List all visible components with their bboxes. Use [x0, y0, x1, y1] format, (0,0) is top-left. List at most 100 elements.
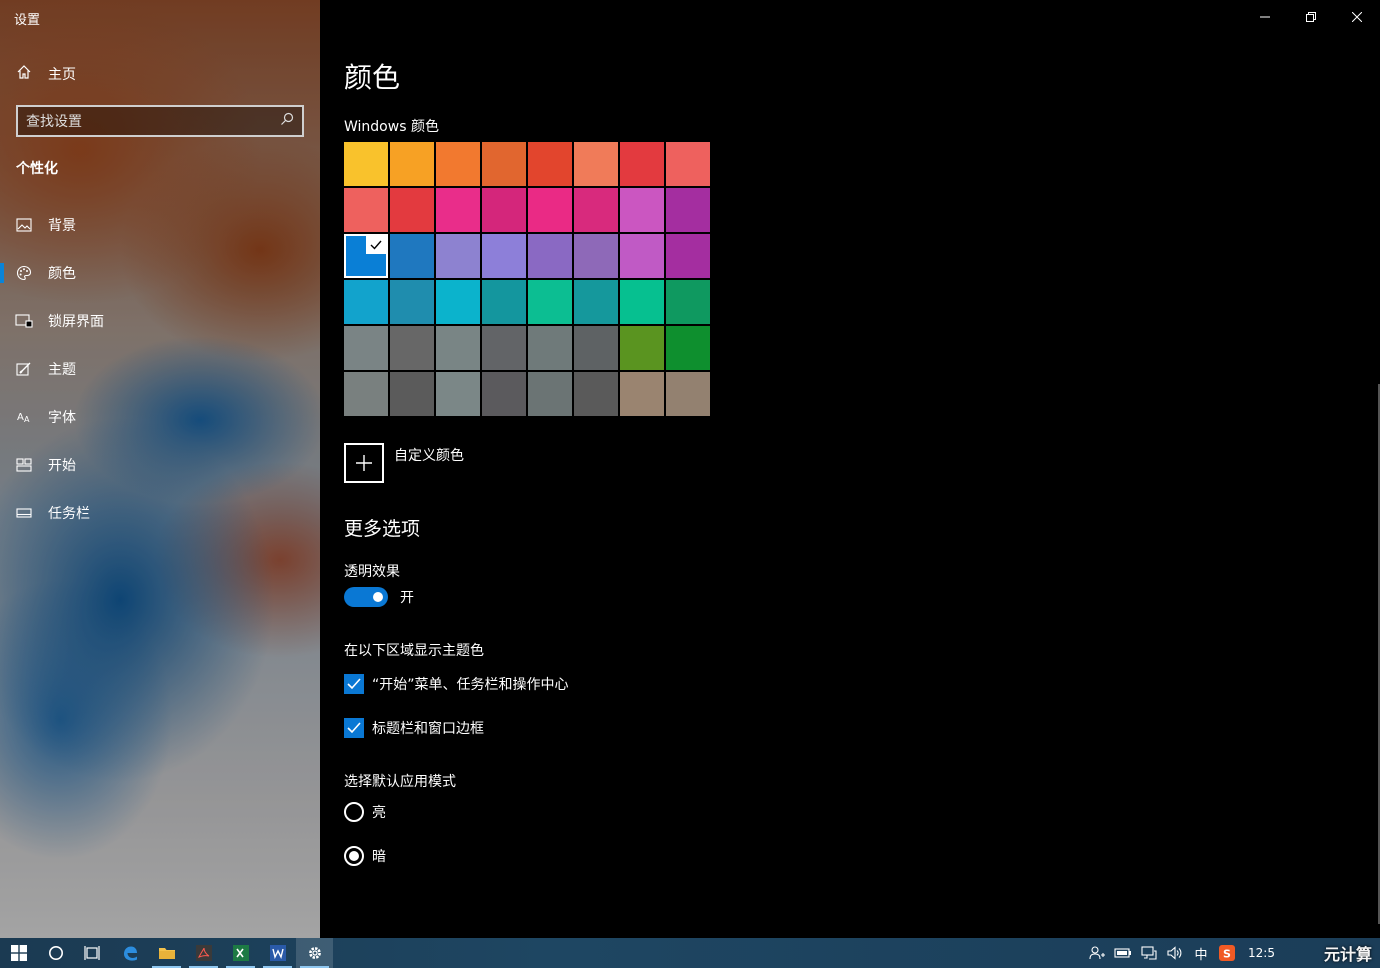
titlebar-checkbox-row[interactable]: 标题栏和窗口边框	[344, 718, 484, 738]
color-swatch[interactable]	[390, 234, 434, 278]
color-swatch[interactable]	[344, 372, 388, 416]
color-swatch[interactable]	[620, 326, 664, 370]
color-swatch[interactable]	[390, 142, 434, 186]
color-swatch[interactable]	[390, 188, 434, 232]
color-swatch[interactable]	[574, 234, 618, 278]
color-swatch[interactable]	[666, 234, 710, 278]
color-swatch[interactable]	[436, 326, 480, 370]
color-swatch-selected[interactable]	[344, 234, 388, 278]
settings-app-button[interactable]	[296, 938, 333, 968]
minimize-button[interactable]	[1242, 0, 1288, 34]
edge-app-button[interactable]	[111, 938, 148, 968]
sidebar-item-taskbar[interactable]: 任务栏	[0, 493, 320, 533]
pdf-app-button[interactable]	[185, 938, 222, 968]
close-button[interactable]	[1334, 0, 1380, 34]
sidebar-item-lockscreen[interactable]: 锁屏界面	[0, 301, 320, 341]
sidebar-item-fonts[interactable]: AA 字体	[0, 397, 320, 437]
lockscreen-icon	[0, 314, 48, 328]
custom-color-button[interactable]: 自定义颜色	[344, 443, 464, 483]
color-swatch[interactable]	[436, 280, 480, 324]
color-swatch[interactable]	[436, 188, 480, 232]
titlebar-checkbox[interactable]	[344, 718, 364, 738]
file-explorer-button[interactable]	[148, 938, 185, 968]
color-swatch[interactable]	[620, 188, 664, 232]
color-swatch[interactable]	[528, 188, 572, 232]
color-swatch[interactable]	[574, 280, 618, 324]
restore-button[interactable]	[1288, 0, 1334, 34]
color-swatch[interactable]	[666, 372, 710, 416]
color-swatch[interactable]	[482, 234, 526, 278]
color-swatch[interactable]	[666, 326, 710, 370]
color-swatch[interactable]	[482, 188, 526, 232]
color-swatch[interactable]	[482, 280, 526, 324]
color-swatch[interactable]	[436, 142, 480, 186]
sidebar-item-background[interactable]: 背景	[0, 205, 320, 245]
volume-button[interactable]	[1162, 938, 1188, 968]
color-swatch[interactable]	[528, 234, 572, 278]
start-icon	[0, 458, 48, 472]
people-button[interactable]	[1084, 938, 1110, 968]
word-app-button[interactable]	[259, 938, 296, 968]
color-swatch[interactable]	[390, 280, 434, 324]
color-swatch[interactable]	[574, 142, 618, 186]
mode-dark-radio[interactable]	[344, 846, 364, 866]
color-swatch[interactable]	[666, 188, 710, 232]
color-swatch[interactable]	[528, 372, 572, 416]
mode-dark-radio-row[interactable]: 暗	[344, 846, 386, 866]
mode-light-radio[interactable]	[344, 802, 364, 822]
sidebar-item-colors[interactable]: 颜色	[0, 253, 320, 293]
color-swatch[interactable]	[436, 372, 480, 416]
color-swatch[interactable]	[344, 142, 388, 186]
home-link[interactable]: 主页	[16, 63, 76, 85]
watermark: 元计算	[1323, 945, 1372, 964]
color-swatch[interactable]	[620, 234, 664, 278]
color-swatch[interactable]	[344, 280, 388, 324]
sogou-icon: S	[1219, 945, 1235, 961]
color-swatch[interactable]	[620, 280, 664, 324]
cortana-button[interactable]	[37, 938, 74, 968]
start-taskbar-checkbox-row[interactable]: “开始”菜单、任务栏和操作中心	[344, 674, 569, 694]
task-view-button[interactable]	[74, 938, 111, 968]
mode-light-radio-row[interactable]: 亮	[344, 802, 386, 822]
excel-app-button[interactable]	[222, 938, 259, 968]
color-swatch[interactable]	[620, 372, 664, 416]
task-view-icon	[83, 946, 100, 960]
accent-surfaces-label: 在以下区域显示主题色	[344, 643, 484, 659]
color-swatch[interactable]	[528, 142, 572, 186]
color-swatch[interactable]	[344, 188, 388, 232]
transparency-toggle[interactable]	[344, 587, 388, 607]
color-swatch[interactable]	[574, 326, 618, 370]
color-swatch[interactable]	[528, 326, 572, 370]
clock[interactable]: 12:5	[1248, 946, 1308, 960]
people-icon	[1089, 946, 1105, 960]
color-swatch[interactable]	[344, 326, 388, 370]
sogou-ime-button[interactable]: S	[1214, 938, 1240, 968]
sidebar-item-themes[interactable]: 主题	[0, 349, 320, 389]
color-swatch[interactable]	[574, 188, 618, 232]
network-button[interactable]	[1136, 938, 1162, 968]
color-swatch[interactable]	[436, 234, 480, 278]
color-swatch[interactable]	[574, 372, 618, 416]
color-swatch[interactable]	[666, 280, 710, 324]
color-swatch[interactable]	[666, 142, 710, 186]
window-controls	[1242, 0, 1380, 34]
sidebar-item-start[interactable]: 开始	[0, 445, 320, 485]
search-input[interactable]: 查找设置	[16, 105, 304, 137]
color-swatch[interactable]	[482, 372, 526, 416]
color-swatch[interactable]	[390, 372, 434, 416]
edge-icon	[123, 946, 137, 961]
color-swatch[interactable]	[620, 142, 664, 186]
ime-indicator[interactable]: 中	[1188, 938, 1214, 968]
mode-dark-label: 暗	[372, 849, 386, 865]
start-button[interactable]	[0, 938, 37, 968]
search-placeholder: 查找设置	[26, 114, 82, 130]
search-icon[interactable]	[280, 112, 294, 130]
checkmark-icon	[366, 236, 386, 254]
battery-button[interactable]	[1110, 938, 1136, 968]
color-swatch[interactable]	[482, 326, 526, 370]
color-swatch[interactable]	[390, 326, 434, 370]
start-taskbar-checkbox[interactable]	[344, 674, 364, 694]
color-swatch[interactable]	[482, 142, 526, 186]
main-panel: 颜色 Windows 颜色 自定义颜色 更多选项 透明效果 开 在以下区域显示主…	[320, 0, 1380, 938]
color-swatch[interactable]	[528, 280, 572, 324]
